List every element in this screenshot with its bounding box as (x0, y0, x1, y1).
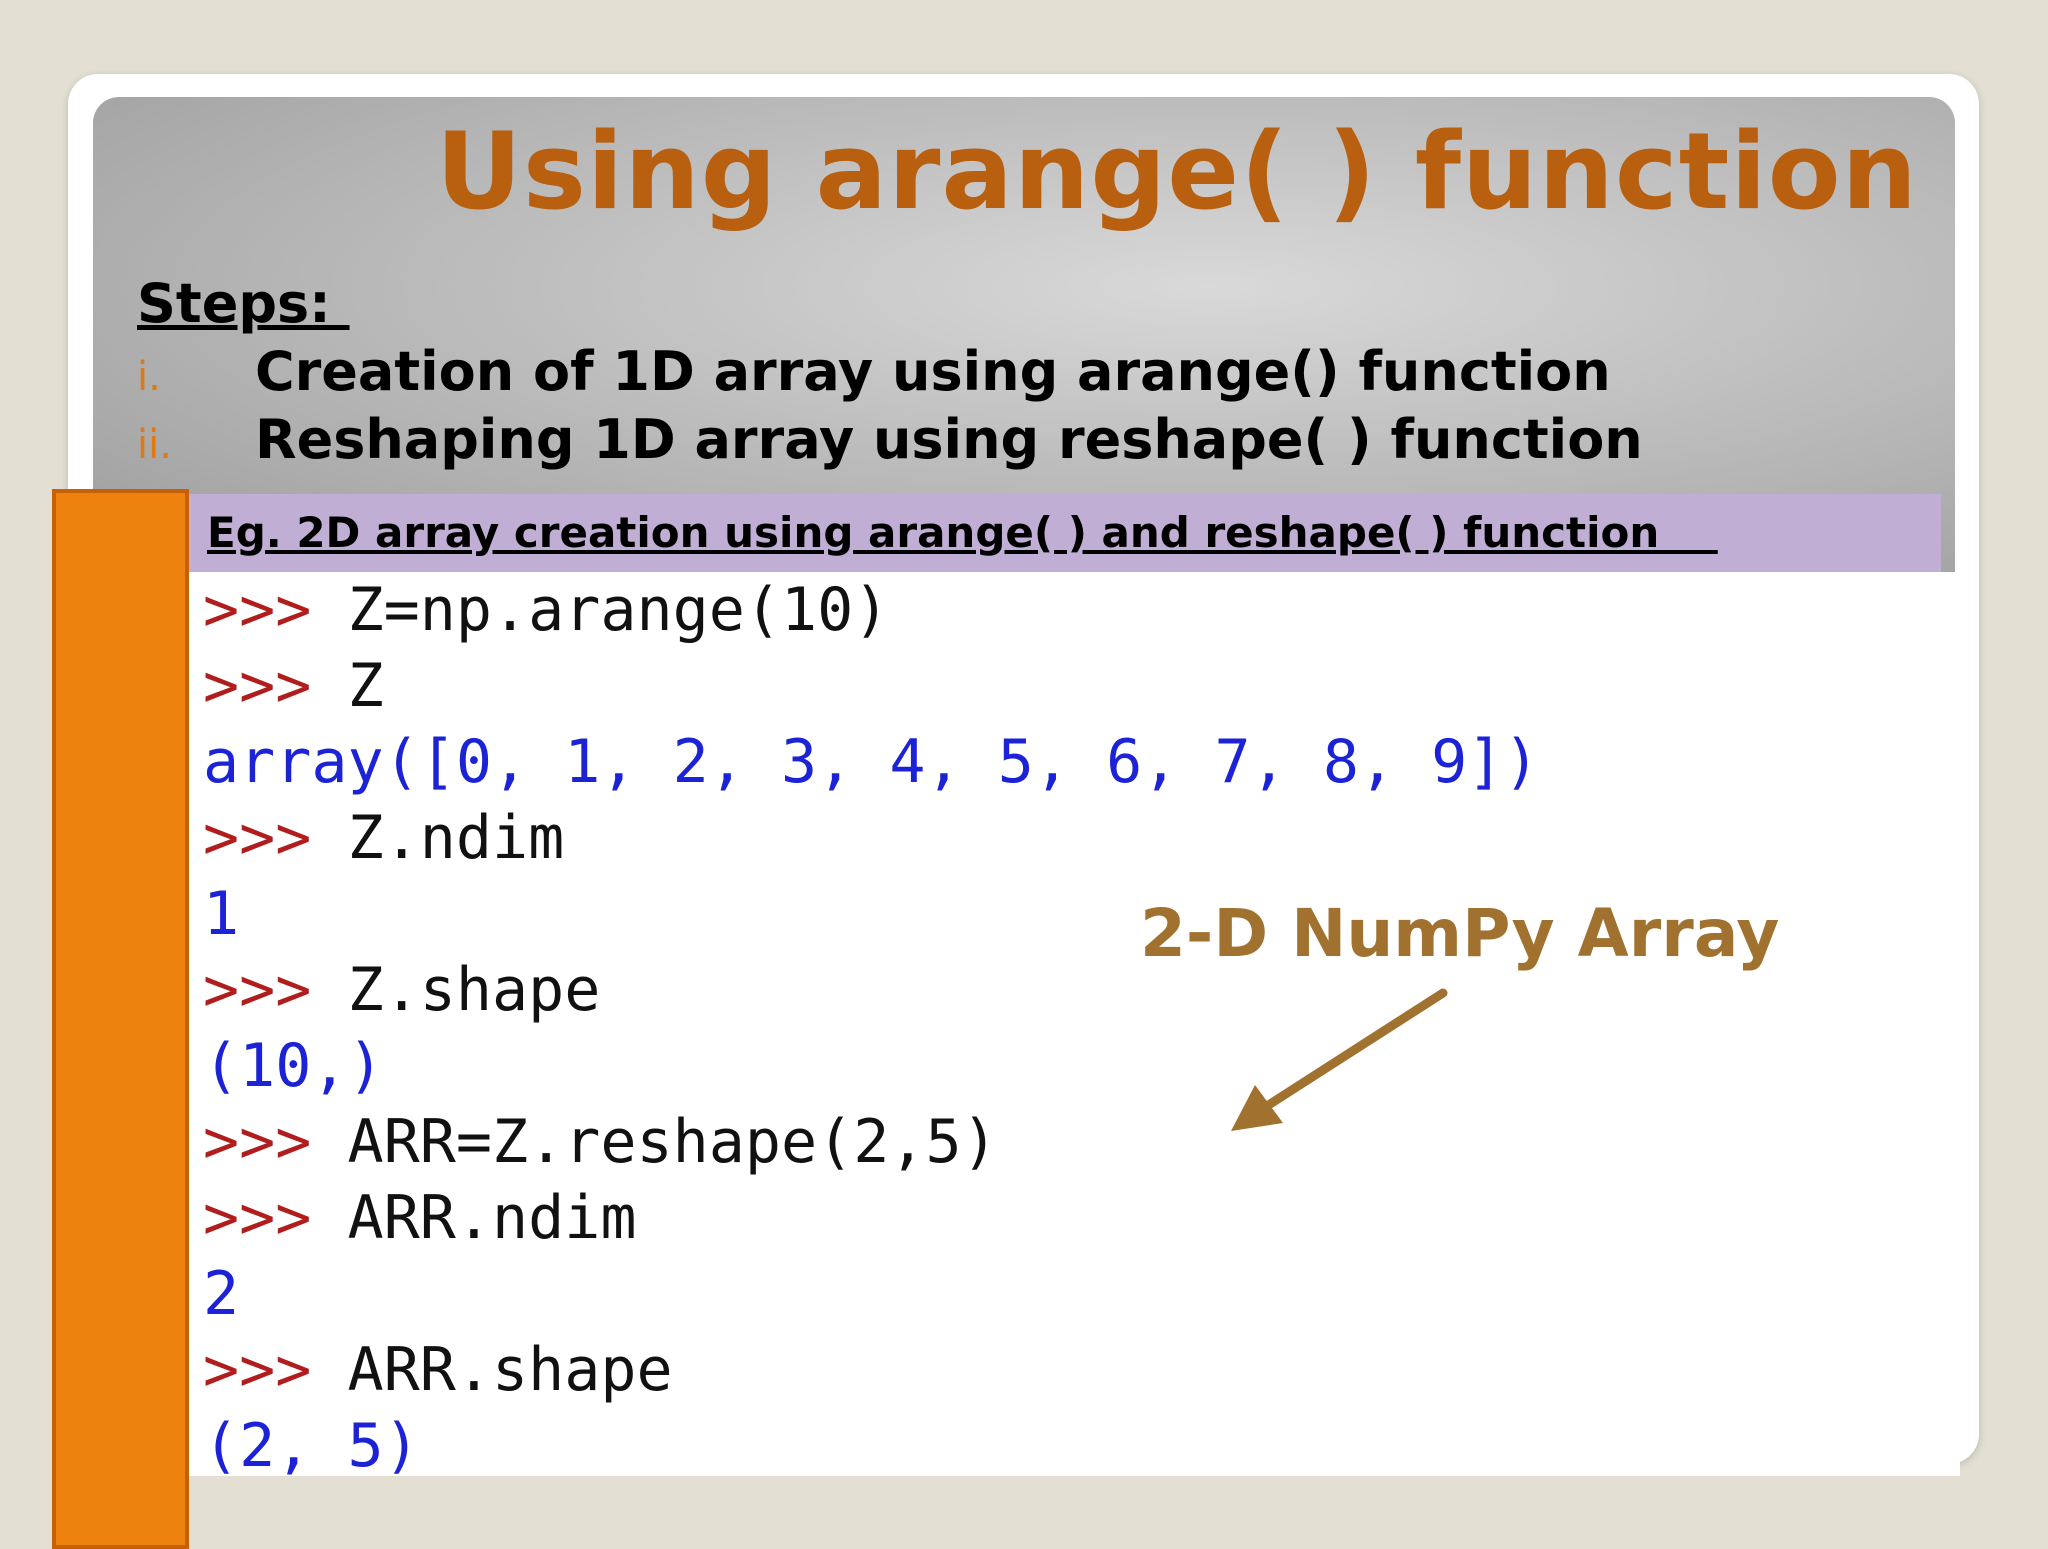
example-banner: Eg. 2D array creation using arange( ) an… (189, 494, 1941, 572)
step-text: Creation of 1D array using arange() func… (255, 340, 1611, 403)
code-line: 2 (203, 1256, 239, 1332)
code-line: array([0, 1, 2, 3, 4, 5, 6, 7, 8, 9]) (203, 724, 1540, 800)
arrow-icon (1231, 988, 1448, 1131)
code-line: >>> Z.shape (203, 952, 600, 1028)
annotation-label: 2-D NumPy Array (1140, 895, 1780, 972)
step-item: i. Creation of 1D array using arange() fu… (137, 340, 1611, 403)
step-text: Reshaping 1D array using reshape( ) func… (255, 408, 1643, 471)
slide-title: Using arange( ) function (435, 110, 1918, 233)
accent-bar (52, 489, 189, 1549)
code-line: >>> ARR=Z.reshape(2,5) (203, 1104, 998, 1180)
code-line: >>> ARR.shape (203, 1332, 673, 1408)
code-prompt: >>> (203, 575, 348, 645)
code-line: (10,) (203, 1028, 384, 1104)
code-command: Z=np.arange(10) (347, 575, 890, 645)
code-command: ARR=Z.reshape(2,5) (347, 1107, 998, 1177)
step-number: i. (137, 354, 161, 400)
code-prompt: >>> (203, 1107, 348, 1177)
example-banner-text: Eg. 2D array creation using arange( ) an… (207, 508, 1718, 557)
code-output: (10,) (203, 1031, 384, 1101)
code-line: >>> Z (203, 648, 384, 724)
code-command: ARR.shape (347, 1335, 673, 1405)
code-line: >>> Z=np.arange(10) (203, 572, 889, 648)
code-line: >>> Z.ndim (203, 800, 564, 876)
code-prompt: >>> (203, 803, 348, 873)
step-item: ii. Reshaping 1D array using reshape( ) f… (137, 408, 1643, 471)
code-prompt: >>> (203, 955, 348, 1025)
code-line: 1 (203, 876, 239, 952)
code-line: >>> ARR.ndim (203, 1180, 636, 1256)
code-output: array([0, 1, 2, 3, 4, 5, 6, 7, 8, 9]) (203, 727, 1540, 797)
code-prompt: >>> (203, 1183, 348, 1253)
code-command: Z (347, 651, 384, 721)
steps-heading: Steps: (137, 272, 350, 335)
code-command: Z.ndim (347, 803, 565, 873)
code-output: (2, 5) (203, 1411, 420, 1481)
code-line: (2, 5) (203, 1408, 420, 1484)
step-number: ii. (137, 422, 172, 468)
code-output: 1 (203, 879, 240, 949)
code-prompt: >>> (203, 1335, 348, 1405)
code-screenshot: >>> Z=np.arange(10) >>> Z array([0, 1, 2… (189, 572, 1960, 1481)
code-command: Z.shape (347, 955, 601, 1025)
code-output: 2 (203, 1259, 240, 1329)
code-prompt: >>> (203, 651, 348, 721)
code-command: ARR.ndim (347, 1183, 637, 1253)
